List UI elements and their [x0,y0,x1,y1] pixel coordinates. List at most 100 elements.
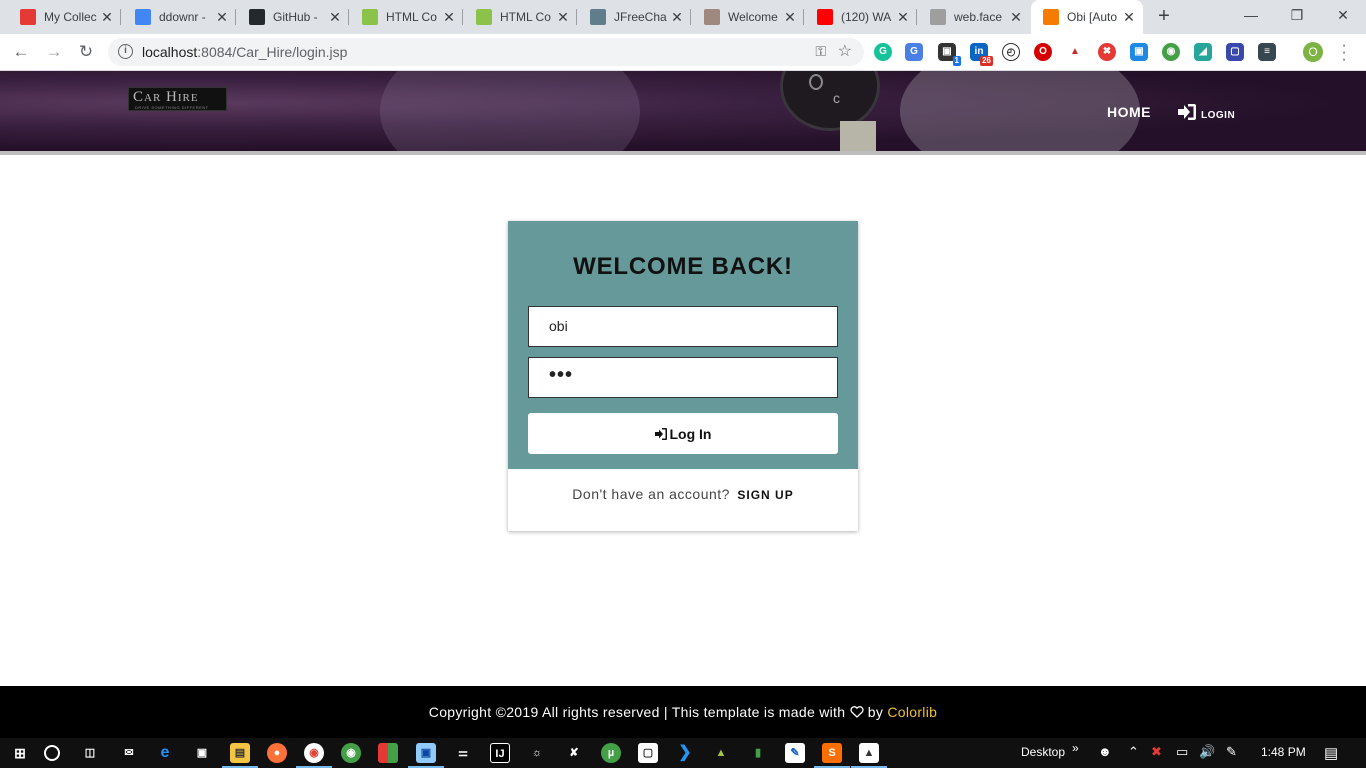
nav-login-link[interactable]: LOGIN [1177,103,1235,121]
list-extension-icon[interactable]: ≡ [1258,43,1276,61]
password-input[interactable]: ••• [528,357,838,398]
browser-tab[interactable]: HTML Co ✕ [464,0,577,34]
task-view-icon[interactable]: ◫ [80,743,100,763]
username-input[interactable]: obi [528,306,838,347]
close-tab-icon[interactable]: ✕ [895,9,911,25]
close-tab-icon[interactable]: ✕ [327,9,343,25]
ddownr-icon [135,9,151,25]
store-icon[interactable]: ▣ [192,743,212,763]
signup-link[interactable]: SIGN UP [737,488,793,502]
virtualbox-icon[interactable]: ▣ [408,743,444,768]
restore-button[interactable]: ❐ [1274,0,1320,30]
save-extension-icon[interactable]: ▣ [1130,43,1148,61]
clock-time[interactable]: 1:48 PM [1261,745,1306,759]
close-tab-icon[interactable]: ✕ [1008,9,1024,25]
browser-tab[interactable]: GitHub - ✕ [237,0,349,34]
close-tab-icon[interactable]: ✕ [99,9,115,25]
globe-extension-icon[interactable]: ◉ [1162,43,1180,61]
close-tab-icon[interactable]: ✕ [441,9,457,25]
photos-icon[interactable]: ▲ [851,743,887,768]
colorlib-link[interactable]: Colorlib [887,704,937,720]
site-logo[interactable]: Car Hire DRIVE SOMETHING DIFFERENT [128,87,227,111]
browser-tab[interactable]: ddownr - ✕ [123,0,236,34]
browser-tab[interactable]: (120) WA ✕ [805,0,917,34]
close-tab-icon[interactable]: ✕ [555,9,571,25]
browser-tab-title: GitHub - [273,10,318,24]
box-extension-icon[interactable]: ▣ 1 [938,43,961,66]
browser-tab[interactable]: My Collec ✕ [8,0,121,34]
logo-tagline: DRIVE SOMETHING DIFFERENT [135,105,209,110]
db-tool-icon[interactable]: ▮ [748,743,768,763]
vscode-icon[interactable]: ❯ [675,743,695,763]
close-tab-icon[interactable]: ✕ [214,9,230,25]
browser-tab[interactable]: HTML Co ✕ [350,0,463,34]
pdf-extension-icon[interactable]: ▲ [1066,43,1084,61]
sublime-text-icon[interactable]: S [814,743,850,768]
intellij-icon[interactable]: IJ [490,743,510,763]
site-info-icon[interactable]: i [118,44,133,59]
login-button[interactable]: Log In [528,413,838,454]
close-tab-icon[interactable]: ✕ [1121,9,1137,25]
speed-extension-icon[interactable]: ◴ [1002,43,1020,61]
network-disconnected-icon[interactable]: ✖ [1151,744,1162,760]
file-explorer-icon[interactable]: ▤ [222,743,258,768]
opera-extension-icon[interactable]: O [1034,43,1052,61]
new-tab-button[interactable]: + [1152,5,1176,29]
browser-tab-title: (120) WA [841,10,892,24]
profile-avatar[interactable]: O [1303,42,1323,62]
blogger-icon [1043,9,1059,25]
address-bar[interactable]: i localhost:8084/Car_Hire/login.jsp ⚿ ☆ [108,38,864,66]
desktop-toolbar-label[interactable]: Desktop [1021,745,1065,759]
red-collection-icon [20,9,36,25]
show-hidden-icons-chevron[interactable]: ⌃ [1128,744,1139,760]
firefox-icon[interactable]: ● [267,743,287,763]
notepad-icon[interactable]: ▢ [638,743,658,763]
translate-extension-icon[interactable]: G [905,43,923,61]
bookmark-star-icon[interactable]: ☆ [838,41,852,61]
browser-menu-icon[interactable]: · · · [1340,38,1348,68]
close-window-button[interactable]: ✕ [1320,0,1366,30]
site-header: c Car Hire DRIVE SOMETHING DIFFERENT HOM… [0,71,1366,151]
mail-icon[interactable]: ✉ [119,743,139,763]
back-button[interactable]: ← [9,40,33,64]
battery-icon[interactable]: ▭ [1176,744,1188,760]
tools-icon[interactable]: ✘ [564,743,584,763]
paint-icon[interactable]: ✎ [785,743,805,763]
windows-start-icon[interactable]: ⊞ [10,743,30,763]
globe-app-icon[interactable]: ◉ [341,743,361,763]
youtube-icon [817,9,833,25]
cube-extension-icon[interactable]: ▢ [1226,43,1244,61]
wifi-tool-icon[interactable]: ☼ [527,743,547,763]
password-key-icon[interactable]: ⚿ [815,43,826,60]
browser-tab[interactable]: Welcome ✕ [692,0,804,34]
address-url[interactable]: localhost:8084/Car_Hire/login.jsp [142,44,347,60]
windows-taskbar: ⊞ ◫ ✉ e ▣ ▤ ● ◉ ◉ ▣ ⚌ IJ ☼ ✘ µ ▢ ❯ ▲ ▮ ✎… [0,738,1366,768]
android-studio-icon[interactable]: ▲ [711,743,731,763]
utorrent-icon[interactable]: µ [601,743,621,763]
people-icon[interactable]: ☻ [1098,744,1112,759]
volume-icon[interactable]: 🔊 [1199,744,1215,760]
action-center-icon[interactable]: ▤ [1324,744,1338,762]
close-tab-icon[interactable]: ✕ [669,9,685,25]
browser-tab[interactable]: web.face ✕ [918,0,1030,34]
office-app-icon[interactable] [378,743,398,763]
close-tab-icon[interactable]: ✕ [782,9,798,25]
html-code-icon [362,9,378,25]
usb-icon[interactable]: ⚌ [453,743,473,763]
cut-extension-icon[interactable]: ✖ [1098,43,1116,61]
pen-icon[interactable]: ✎ [1226,744,1237,760]
edge-icon[interactable]: e [155,743,175,763]
tab-separator [916,9,917,25]
browser-tab[interactable]: JFreeCha ✕ [578,0,691,34]
minimize-button[interactable]: — [1228,0,1274,30]
reload-button[interactable]: ↻ [74,40,98,64]
toolbar-expand-chevron[interactable]: » [1072,741,1079,755]
linkedin-extension-icon[interactable]: in 26 [970,43,993,66]
nav-home-link[interactable]: HOME [1107,104,1151,120]
cortana-icon[interactable] [44,745,60,761]
chrome-icon[interactable]: ◉ [296,743,332,768]
diagonal-extension-icon[interactable]: ◢ [1194,43,1212,61]
grammarly-extension-icon[interactable]: G [874,43,892,61]
forward-button[interactable]: → [42,40,66,64]
browser-tab[interactable]: Obi [Auto ✕ [1031,0,1143,34]
